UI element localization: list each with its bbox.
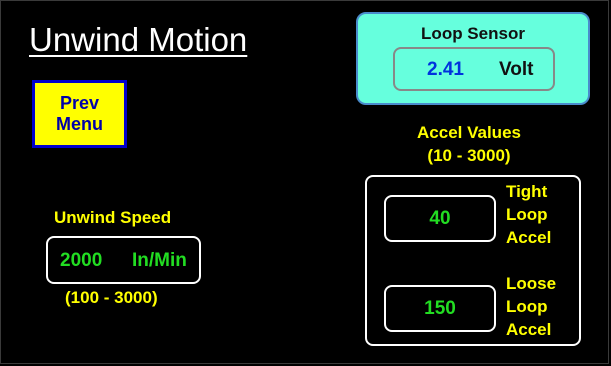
loop-sensor-panel: Loop Sensor 2.41 Volt xyxy=(356,12,590,105)
tight-loop-accel-field[interactable]: 40 xyxy=(384,195,496,242)
prev-menu-label: Prev Menu xyxy=(56,93,103,134)
accel-values-heading: Accel Values (10 - 3000) xyxy=(381,121,557,167)
unwind-speed-range: (100 - 3000) xyxy=(65,288,158,307)
loose-loop-accel-field[interactable]: 150 xyxy=(384,285,496,332)
hmi-screen: Unwind Motion Prev Menu Loop Sensor 2.41… xyxy=(0,0,609,364)
loop-sensor-value: 2.41 xyxy=(427,59,464,80)
loose-loop-accel-label: Loose Loop Accel xyxy=(506,274,557,339)
tight-loop-accel-label: Tight Loop Accel xyxy=(506,182,552,247)
unwind-speed-field[interactable]: 2000 In/Min xyxy=(46,236,201,284)
accel-values-range: (10 - 3000) xyxy=(427,146,511,165)
loose-loop-accel-value: 150 xyxy=(424,297,456,319)
accel-values-title: Accel Values xyxy=(417,123,521,142)
prev-menu-button[interactable]: Prev Menu xyxy=(32,80,127,148)
unwind-speed-value: 2000 xyxy=(60,250,103,271)
unwind-speed-unit: In/Min xyxy=(132,250,187,271)
loop-sensor-title: Loop Sensor xyxy=(421,24,525,43)
loop-sensor-unit: Volt xyxy=(499,59,534,80)
loop-sensor-readout: 2.41 Volt xyxy=(393,47,555,91)
tight-loop-accel-value: 40 xyxy=(429,207,451,229)
page-title: Unwind Motion xyxy=(29,21,248,58)
unwind-speed-label: Unwind Speed xyxy=(54,208,172,227)
accel-values-group: 40 Tight Loop Accel 150 Loose Loop Accel xyxy=(365,175,581,346)
